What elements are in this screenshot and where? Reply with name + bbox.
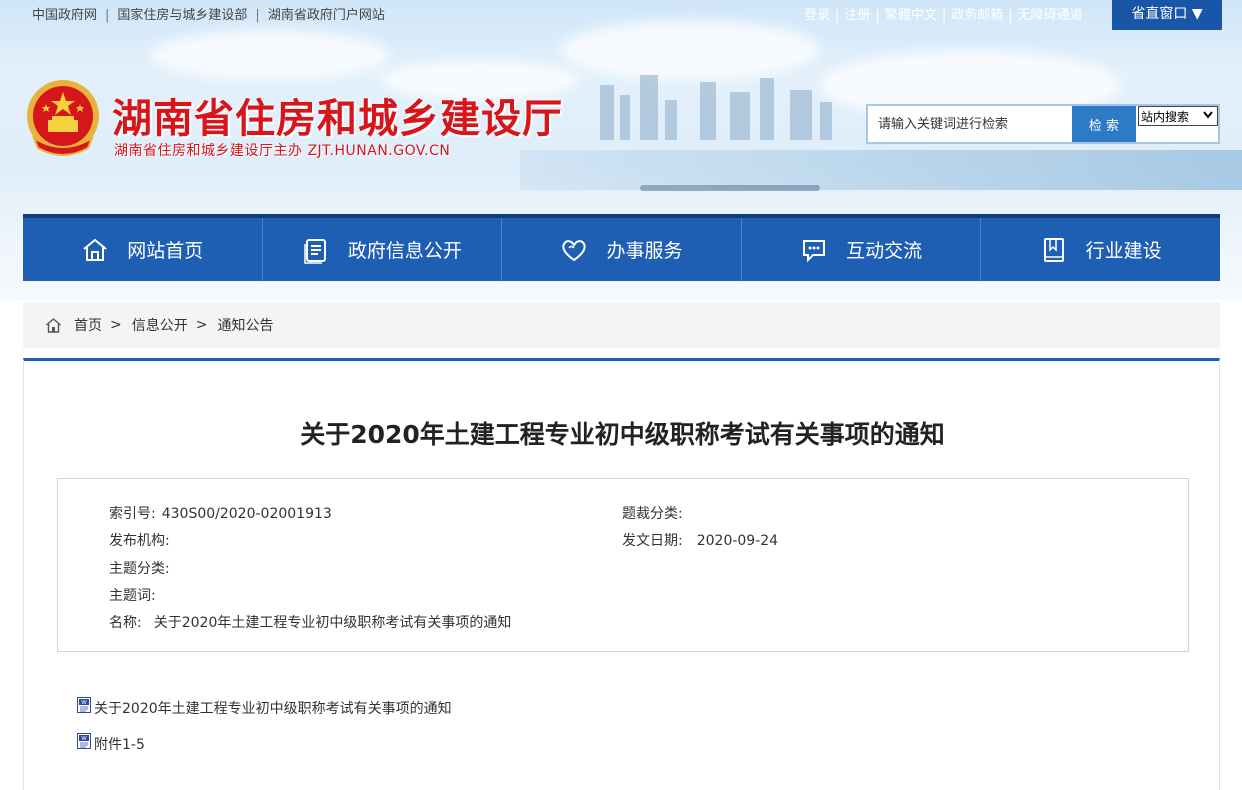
breadcrumb-info-public[interactable]: 信息公开 [132,315,188,335]
word-document-icon: W [77,697,91,713]
nav-item-label: 互动交流 [846,240,923,262]
meta-publisher: 发布机构: [109,533,170,549]
word-document-icon: W [77,733,91,749]
accessibility-link[interactable]: 无障碍通道 [1018,8,1083,23]
home-icon [46,317,61,333]
search-scope-select[interactable]: 站内搜索 [1138,106,1218,126]
breadcrumb-notices[interactable]: 通知公告 [217,315,273,335]
home-icon [83,238,107,261]
meta-name: 名称: 关于2020年土建工程专业初中级职称考试有关事项的通知 [109,615,512,631]
nav-item-industry[interactable]: 行业建设 [981,218,1220,281]
province-window-button[interactable]: 省直窗口 ▼ [1112,0,1222,30]
nav-item-home[interactable]: 网站首页 [23,218,263,281]
meta-category: 题裁分类: [622,506,683,522]
document-icon [304,238,326,264]
link-mohurd[interactable]: 国家住房与城乡建设部 [117,8,247,23]
breadcrumb-home[interactable]: 首页 [74,315,102,335]
search-button[interactable]: 检 索 [1072,106,1136,142]
attachment-list: W 关于2020年土建工程专业初中级职称考试有关事项的通知 W 附件1-5 [77,697,452,771]
national-emblem-icon [27,80,99,156]
article-title: 关于2020年土建工程专业初中级职称考试有关事项的通知 [300,420,945,449]
article-panel: 关于2020年土建工程专业初中级职称考试有关事项的通知 索引号: 430S00/2… [23,358,1220,790]
nav-item-gov-info[interactable]: 政府信息公开 [263,218,503,281]
link-china-gov[interactable]: 中国政府网 [32,8,97,23]
meta-keyword: 主题词: [109,588,156,604]
external-links: 中国政府网 | 国家住房与城乡建设部 | 湖南省政府门户网站 [32,8,385,23]
svg-text:W: W [81,736,87,742]
nav-item-label: 行业建设 [1085,240,1162,262]
attachment-item[interactable]: W 附件1-5 [77,733,452,754]
link-hunan-gov[interactable]: 湖南省政府门户网站 [268,8,385,23]
top-bar: 中国政府网 | 国家住房与城乡建设部 | 湖南省政府门户网站 登录 | 注册 | 繁體中文 | 政务… [0,0,1242,26]
attachment-link[interactable]: 关于2020年土建工程专业初中级职称考试有关事项的通知 [94,698,452,718]
gov-mail-link[interactable]: 政务邮箱 [951,8,1003,23]
site-subtitle: 湖南省住房和城乡建设厅主办 ZJT.HUNAN.GOV.CN [114,143,451,159]
heart-icon [562,239,587,261]
nav-item-interaction[interactable]: 互动交流 [742,218,982,281]
register-link[interactable]: 注册 [844,8,870,23]
nav-item-label: 政府信息公开 [347,240,462,262]
chevron-down-icon [1202,109,1214,124]
login-link[interactable]: 登录 [804,8,830,23]
meta-topic: 主题分类: [109,561,170,577]
chat-icon [803,239,826,262]
site-title: 湖南省住房和城乡建设厅 [112,95,563,142]
meta-date: 发文日期: 2020-09-24 [622,533,779,549]
article-meta: 索引号: 430S00/2020-02001913 题裁分类: 发布机构: 发文日… [57,478,1189,652]
nav-item-label: 网站首页 [127,240,204,262]
book-icon [1043,237,1064,262]
user-links: 登录 | 注册 | 繁體中文 | 政务邮箱 | 无障碍通道 [804,8,1083,23]
attachment-link[interactable]: 附件1-5 [94,734,145,754]
nav-item-services[interactable]: 办事服务 [502,218,742,281]
svg-text:W: W [81,700,87,706]
search-box: 检 索 站内搜索 [866,104,1220,144]
search-input[interactable] [868,106,1072,142]
main-nav: 网站首页 政府信息公开 办事服务 互动交流 行业建设 [23,214,1220,281]
attachment-item[interactable]: W 关于2020年土建工程专业初中级职称考试有关事项的通知 [77,697,452,718]
breadcrumb: 首页 > 信息公开 > 通知公告 [23,302,1220,348]
nav-item-label: 办事服务 [606,240,683,262]
traditional-chinese-link[interactable]: 繁體中文 [885,8,937,23]
search-scope-value: 站内搜索 [1141,109,1190,124]
meta-index: 索引号: 430S00/2020-02001913 [109,506,332,522]
